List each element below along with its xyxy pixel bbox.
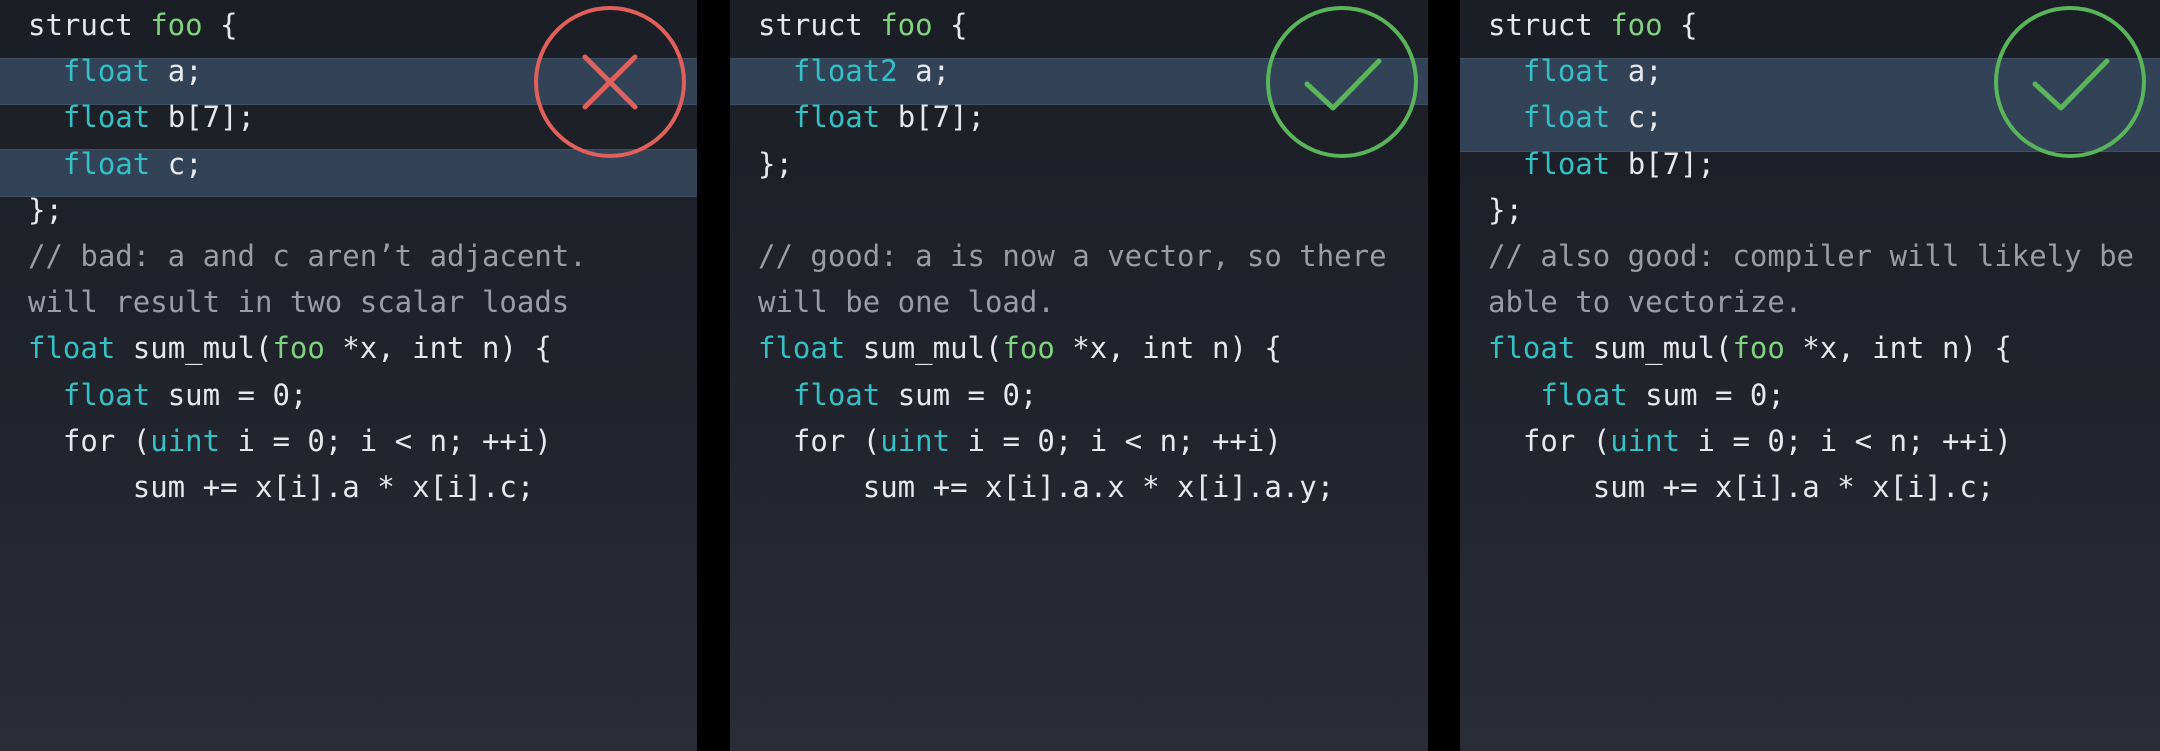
code-token: sum += x[i].a * x[i].c; <box>132 470 535 504</box>
code-type-keyword: uint <box>1610 423 1681 458</box>
code-comment: // bad: a and c aren’t adjacent. <box>28 239 587 273</box>
code-token: sum = 0; <box>1627 377 1785 412</box>
code-token: *x, int n) { <box>324 331 552 366</box>
code-line: sum += x[i].a.x * x[i].a.y; <box>758 455 1334 519</box>
code-token: }; <box>758 146 793 181</box>
code-token: c; <box>1610 100 1663 135</box>
code-type-keyword: float <box>1522 54 1611 89</box>
code-token: b[7]; <box>1610 146 1715 181</box>
code-type-keyword: float <box>1522 146 1611 181</box>
code-type-keyword: float <box>62 54 151 89</box>
code-comment: // good: a is now a vector, so there <box>758 239 1387 273</box>
code-type-keyword: float2 <box>792 54 898 89</box>
code-type-keyword: float <box>1540 377 1628 412</box>
code-comment: will be one load. <box>758 285 1055 320</box>
code-token: sum_mul( <box>845 331 1003 366</box>
code-token: for ( <box>62 423 151 458</box>
code-type-keyword: float <box>1522 100 1611 135</box>
code-type-keyword: float <box>62 146 151 181</box>
code-comment: able to vectorize. <box>1488 285 1803 320</box>
code-type-keyword: uint <box>880 423 951 458</box>
code-panel-bad: struct foo { float a; float b[7]; float … <box>0 0 697 751</box>
code-token: struct <box>28 8 151 42</box>
code-token: { <box>202 8 238 42</box>
code-struct-name: foo <box>272 331 325 366</box>
code-token: a; <box>1610 54 1663 89</box>
code-type-keyword: float <box>1488 331 1576 366</box>
code-panel-good-reorder: struct foo { float a; float c; float b[7… <box>1460 0 2160 751</box>
code-token: for ( <box>1522 423 1611 458</box>
code-token: }; <box>1488 192 1523 227</box>
code-struct-name: foo <box>1002 331 1055 366</box>
code-struct-name: foo <box>1610 8 1663 42</box>
code-token: sum = 0; <box>150 377 308 412</box>
code-token: i = 0; i < n; ++i) <box>1680 423 2012 458</box>
code-panel-good-vector: struct foo { float2 a; float b[7];}; // g… <box>730 0 1428 751</box>
code-token: sum += x[i].a.x * x[i].a.y; <box>862 470 1335 504</box>
code-type-keyword: float <box>28 331 116 366</box>
code-struct-name: foo <box>880 8 933 42</box>
code-line: sum += x[i].a * x[i].c; <box>1488 455 1995 519</box>
slide: struct foo { float a; float b[7]; float … <box>0 0 2160 751</box>
code-token: { <box>932 8 968 42</box>
code-token: *x, int n) { <box>1784 331 2012 366</box>
code-token: sum += x[i].a * x[i].c; <box>1592 470 1995 504</box>
cross-circle-icon <box>533 5 687 159</box>
code-type-keyword: uint <box>150 423 221 458</box>
code-token: sum_mul( <box>1575 331 1733 366</box>
code-type-keyword: float <box>62 377 151 412</box>
code-comment: // also good: compiler will likely be <box>1488 239 2135 273</box>
code-token: }; <box>28 192 63 227</box>
code-type-keyword: float <box>792 100 881 135</box>
code-token: sum_mul( <box>115 331 273 366</box>
code-type-keyword: float <box>62 100 151 135</box>
code-token: b[7]; <box>880 100 985 135</box>
code-token: i = 0; i < n; ++i) <box>220 423 552 458</box>
code-token: a; <box>150 54 203 89</box>
check-circle-icon <box>1265 5 1419 159</box>
code-token: { <box>1662 8 1698 42</box>
code-token: *x, int n) { <box>1054 331 1282 366</box>
code-token: i = 0; i < n; ++i) <box>950 423 1282 458</box>
code-token: for ( <box>792 423 881 458</box>
code-type-keyword: float <box>758 331 846 366</box>
code-line: sum += x[i].a * x[i].c; <box>28 455 535 519</box>
code-token: struct <box>1488 8 1611 42</box>
code-token: a; <box>897 54 951 89</box>
code-type-keyword: float <box>792 377 881 412</box>
code-struct-name: foo <box>1732 331 1785 366</box>
check-circle-icon <box>1993 5 2147 159</box>
code-struct-name: foo <box>150 8 203 42</box>
code-token: c; <box>150 146 203 181</box>
code-token: struct <box>758 8 881 42</box>
code-comment: will result in two scalar loads <box>28 285 570 320</box>
code-token: sum = 0; <box>880 377 1038 412</box>
code-line: }; <box>758 132 793 196</box>
code-token: b[7]; <box>150 100 255 135</box>
